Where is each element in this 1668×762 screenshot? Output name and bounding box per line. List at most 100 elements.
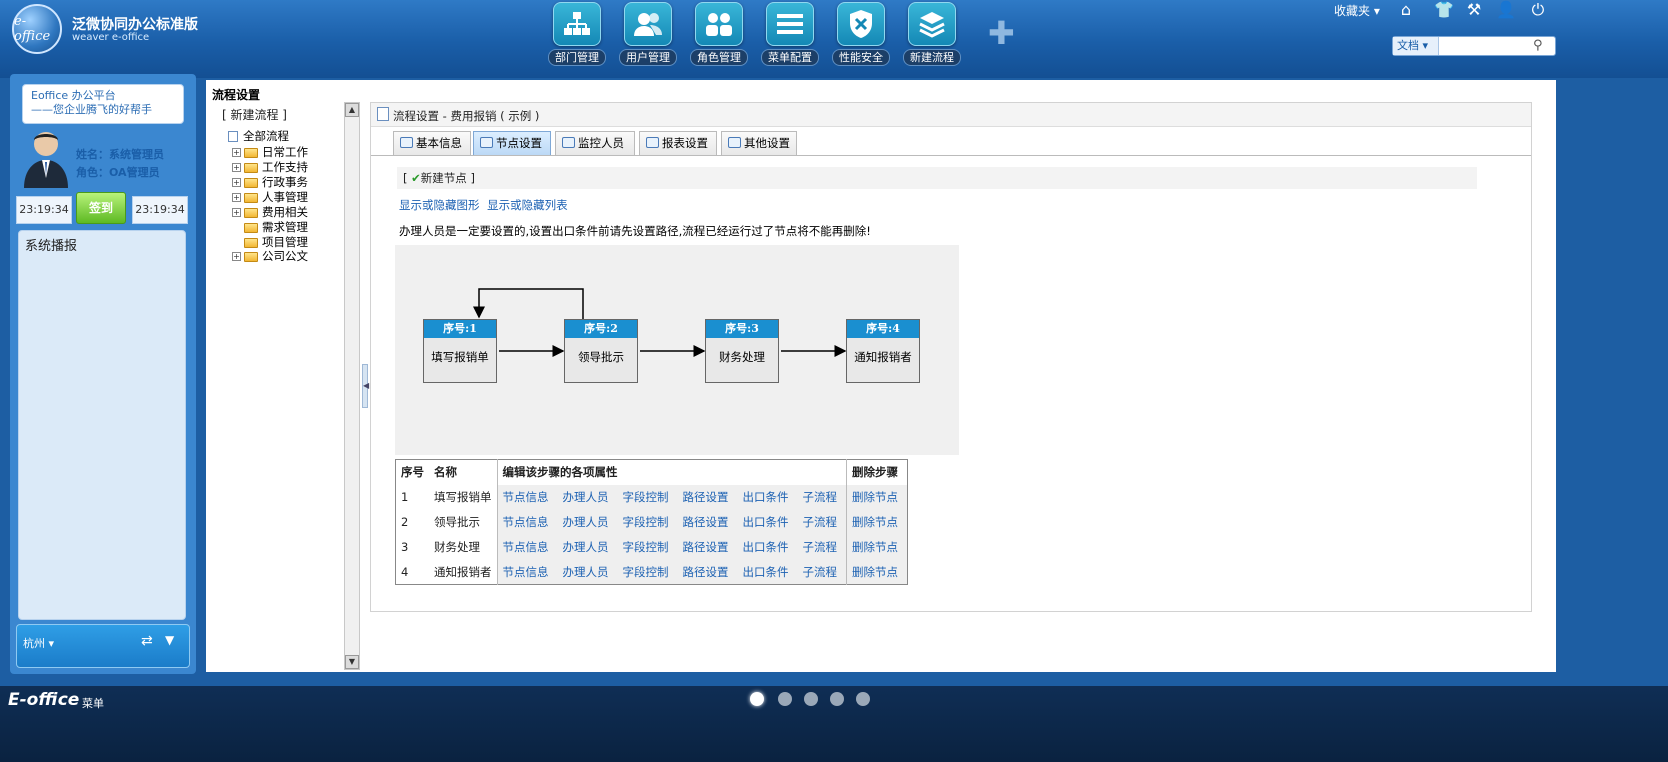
app-roles-button[interactable]: 角色管理 [690,2,748,68]
row-name: 填写报销单 [429,484,498,510]
search-scope-select[interactable]: 文档 ▾ [1393,37,1439,55]
expand-icon[interactable]: + [232,148,241,157]
row-action-cell: 字段控制 [617,484,678,510]
expand-icon[interactable]: + [232,193,241,202]
row-action-link[interactable]: 办理人员 [563,540,609,554]
refresh-icon[interactable]: ⇄ [141,633,153,649]
favorites-menu[interactable]: 收藏夹 ▾ [1334,2,1380,19]
app-menu-config-button[interactable]: 菜单配置 [761,2,819,68]
tree-item[interactable]: + 公司公文 [232,248,308,264]
tab-basic-info[interactable]: 基本信息 [393,131,471,155]
row-action-link[interactable]: 节点信息 [503,565,549,579]
page-dot[interactable] [830,692,844,706]
home-icon[interactable]: ⌂ [1396,0,1416,19]
tree-item[interactable]: + 费用相关 [232,204,308,220]
flow-node[interactable]: 序号:4 通知报销者 [846,319,920,383]
add-app-icon[interactable]: ✚ [988,14,1015,52]
row-action-link[interactable]: 子流程 [803,515,838,529]
bottom-menu-button[interactable]: 菜单 [82,695,104,711]
tab-divider [371,155,1531,156]
delete-node-link[interactable]: 删除节点 [852,565,898,579]
tab-node-settings[interactable]: 节点设置 [473,131,551,155]
row-action-link[interactable]: 节点信息 [503,515,549,529]
page-dot[interactable] [804,692,818,706]
toggle-graph-link[interactable]: 显示或隐藏图形 [399,198,480,212]
sign-in-button[interactable]: 签到 [76,192,126,224]
tab-monitors[interactable]: 监控人员 [555,131,635,155]
panel-splitter[interactable]: ◀ [362,364,369,408]
row-action-link[interactable]: 路径设置 [683,490,729,504]
row-action-link[interactable]: 节点信息 [503,490,549,504]
row-action-link[interactable]: 出口条件 [743,490,789,504]
col-name: 名称 [429,459,498,485]
toggle-list-link[interactable]: 显示或隐藏列表 [487,198,568,212]
page-dot[interactable] [750,692,764,706]
tree-item[interactable]: + 日常工作 [232,144,308,160]
row-seq: 2 [395,509,429,535]
flow-node[interactable]: 序号:1 填写报销单 [423,319,497,383]
row-action-link[interactable]: 路径设置 [683,540,729,554]
row-action-link[interactable]: 办理人员 [563,515,609,529]
city-select[interactable]: 杭州 ▾ [23,635,54,651]
tree-new-flow-link[interactable]: [ 新建流程 ] [222,106,287,123]
row-action-link[interactable]: 字段控制 [623,565,669,579]
tree-item[interactable]: + 工作支持 [232,159,308,175]
row-action-link[interactable]: 路径设置 [683,565,729,579]
power-icon[interactable]: ⏻ [1528,0,1548,20]
shirt-icon[interactable]: 👕 [1434,0,1454,19]
tree-item[interactable]: + 行政事务 [232,174,308,190]
expand-icon[interactable]: + [232,178,241,187]
row-action-cell: 路径设置 [677,509,738,535]
tree-scrollbar[interactable]: ▲ ▼ [344,102,360,670]
scroll-down-icon[interactable]: ▼ [345,655,359,669]
folder-icon [244,177,258,188]
tree-item-all[interactable]: 全部流程 [228,128,289,144]
tree-new-flow-label: [ 新建流程 ] [222,108,287,122]
flow-node[interactable]: 序号:3 财务处理 [705,319,779,383]
tree-item-label: 行政事务 [262,175,308,189]
page-dot[interactable] [778,692,792,706]
row-action-link[interactable]: 子流程 [803,565,838,579]
row-action-link[interactable]: 字段控制 [623,540,669,554]
row-action-link[interactable]: 路径设置 [683,515,729,529]
row-action-link[interactable]: 办理人员 [563,565,609,579]
expand-icon[interactable]: + [232,252,241,261]
row-action-link[interactable]: 出口条件 [743,540,789,554]
user-icon[interactable]: 👤 [1496,0,1516,19]
chevron-down-icon[interactable]: ▼ [165,633,174,647]
tab-report-settings[interactable]: 报表设置 [639,131,717,155]
row-action-link[interactable]: 子流程 [803,490,838,504]
search-input[interactable] [1441,38,1529,54]
delete-node-link[interactable]: 删除节点 [852,490,898,504]
delete-node-link[interactable]: 删除节点 [852,515,898,529]
bottom-logo[interactable]: E-office [8,690,79,710]
node-table: 序号 名称 编辑该步骤的各项属性 删除步骤 1 填写报销单 节点信息 办理人员 字段控制… [395,459,908,585]
page-dot[interactable] [856,692,870,706]
app-dept-button[interactable]: 部门管理 [548,2,606,68]
slogan-line2: ——您企业腾飞的好帮手 [31,103,152,116]
tree-item[interactable]: 需求管理 [244,219,308,235]
flow-node[interactable]: 序号:2 领导批示 [564,319,638,383]
row-action-link[interactable]: 字段控制 [623,515,669,529]
tab-other-settings[interactable]: 其他设置 [721,131,797,155]
expand-icon[interactable]: + [232,208,241,217]
row-action-cell: 子流程 [797,559,847,585]
app-users-button[interactable]: 用户管理 [619,2,677,68]
app-new-flow-button[interactable]: 新建流程 [903,2,961,68]
row-action-link[interactable]: 出口条件 [743,515,789,529]
row-action-link[interactable]: 办理人员 [563,490,609,504]
expand-icon[interactable]: + [232,163,241,172]
row-action-link[interactable]: 子流程 [803,540,838,554]
new-node-link[interactable]: ✔新建节点 [411,171,467,185]
delete-node-link[interactable]: 删除节点 [852,540,898,554]
tree-item[interactable]: + 人事管理 [232,189,308,205]
row-action-link[interactable]: 节点信息 [503,540,549,554]
row-action-link[interactable]: 字段控制 [623,490,669,504]
main-area: 流程设置 [ 新建流程 ] 全部流程 + 日常工作 + 工作支持 + 行政事务 + 人事… [206,80,1556,672]
scroll-up-icon[interactable]: ▲ [345,103,359,117]
app-security-button[interactable]: 性能安全 [832,2,890,68]
tools-icon[interactable]: ⚒ [1464,0,1484,19]
node-header: 序号:2 [565,320,637,338]
search-icon[interactable]: ⚲ [1533,38,1543,53]
row-action-link[interactable]: 出口条件 [743,565,789,579]
